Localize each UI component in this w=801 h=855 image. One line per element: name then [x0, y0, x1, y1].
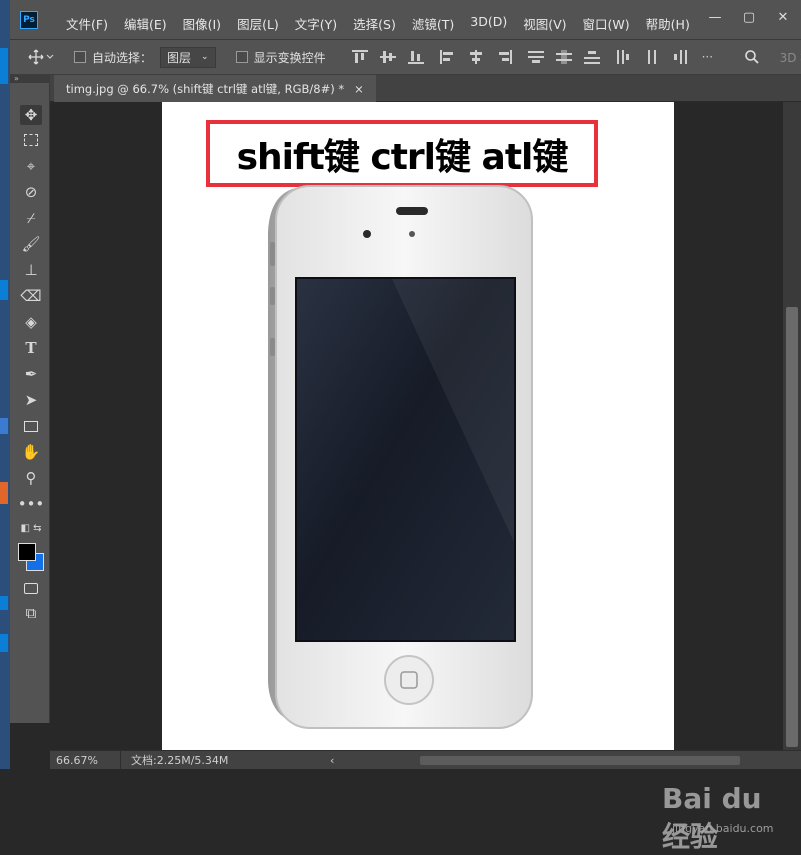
move-tool-icon[interactable]: ✥ [20, 105, 42, 125]
desktop-strip [0, 0, 10, 769]
status-arrow-icon[interactable]: ‹ [330, 754, 334, 767]
foreground-color-swatch[interactable] [18, 543, 36, 561]
more-options-icon[interactable]: ··· [702, 50, 718, 64]
menu-type[interactable]: 文字(Y) [287, 14, 345, 33]
document-tab-bar: timg.jpg @ 66.7% (shift键 ctrl键 atl键, RGB… [50, 75, 801, 102]
align-top-icon[interactable] [351, 50, 368, 64]
watermark-brand: Bai du 经验 [662, 782, 762, 853]
menu-view[interactable]: 视图(V) [515, 14, 574, 33]
distribute-left-icon[interactable] [616, 50, 632, 64]
close-button[interactable]: ✕ [769, 8, 797, 28]
pen-tool-icon[interactable]: ✒ [20, 364, 42, 384]
align-left-icon[interactable] [439, 50, 456, 64]
swap-colors-icon[interactable]: ◧ ⇆ [20, 518, 42, 538]
tab-close-icon[interactable]: × [354, 82, 364, 96]
eraser-tool-icon[interactable]: ⌫ [20, 286, 42, 306]
stamp-tool-icon[interactable]: ⊥ [20, 260, 42, 280]
align-right-icon[interactable] [496, 50, 512, 64]
document-info[interactable]: 文档:2.25M/5.34M [120, 750, 280, 770]
show-transform-label: 显示变换控件 [253, 50, 326, 65]
watermark-url: jingyan.baidu.com [672, 822, 774, 835]
more-tools-icon[interactable]: ••• [18, 494, 45, 514]
rectangle-tool-icon[interactable] [20, 416, 42, 436]
eyedropper-tool-icon[interactable]: ⌿ [20, 208, 42, 228]
maximize-button[interactable]: ▢ [735, 8, 763, 28]
paint-bucket-tool-icon[interactable]: ◈ [20, 312, 42, 332]
photoshop-logo-icon[interactable]: Ps [20, 11, 38, 29]
lasso-tool-icon[interactable]: ⌖ [20, 156, 42, 176]
align-hcenter-icon[interactable] [468, 50, 484, 64]
quick-select-tool-icon[interactable]: ⊘ [20, 182, 42, 202]
menu-filter[interactable]: 滤镜(T) [404, 14, 462, 33]
menu-help[interactable]: 帮助(H) [638, 14, 698, 33]
search-icon [744, 50, 759, 64]
zoom-tool-icon[interactable]: ⚲ [20, 468, 42, 488]
vertical-scroll-thumb[interactable] [786, 307, 798, 747]
menu-image[interactable]: 图像(I) [175, 14, 229, 33]
chevron-down-icon: ⌄ [201, 52, 209, 62]
hand-tool-icon[interactable]: ✋ [20, 442, 42, 462]
options-bar: 自动选择： 图层 ⌄ 显示变换控件 ··· 3D 模式 [10, 40, 801, 75]
main-menu: 文件(F) 编辑(E) 图像(I) 图层(L) 文字(Y) 选择(S) 滤镜(T… [58, 14, 698, 33]
auto-select-checkbox[interactable] [74, 51, 86, 63]
minimize-button[interactable]: — [701, 8, 729, 28]
move-tool-preset[interactable] [28, 49, 54, 65]
tools-panel: ✥ ⌖ ⊘ ⌿ 🖌 ⊥ ⌫ ◈ T ✒ ➤ ✋ ⚲ ••• ◧ ⇆ ⧉ [10, 83, 50, 723]
distribute-top-icon[interactable] [527, 50, 544, 64]
auto-select-label: 自动选择： [92, 50, 153, 65]
distribute-vcenter-icon[interactable] [555, 50, 572, 64]
menu-select[interactable]: 选择(S) [345, 14, 404, 33]
type-tool-icon[interactable]: T [20, 338, 42, 358]
menu-window[interactable]: 窗口(W) [575, 14, 638, 33]
distribute-right-icon[interactable] [672, 50, 688, 64]
screen-mode-icon[interactable]: ⧉ [20, 603, 42, 623]
menu-3d[interactable]: 3D(D) [462, 14, 515, 33]
baidu-watermark: Bai du 经验 jingyan.baidu.com [662, 782, 783, 855]
menu-file[interactable]: 文件(F) [58, 14, 116, 33]
align-buttons: ··· [346, 50, 724, 64]
distribute-hcenter-icon[interactable] [644, 50, 660, 64]
menu-edit[interactable]: 编辑(E) [116, 14, 175, 33]
menu-layer[interactable]: 图层(L) [229, 14, 287, 33]
window-controls: — ▢ ✕ [701, 8, 797, 28]
3d-mode-label: 3D 模式 [779, 50, 801, 65]
brush-tool-icon[interactable]: 🖌 [20, 234, 42, 254]
align-vcenter-icon[interactable] [379, 50, 396, 64]
path-select-tool-icon[interactable]: ➤ [20, 390, 42, 410]
collapse-panel-icon[interactable]: » [10, 75, 50, 83]
canvas-area[interactable]: shift键 ctrl键 atl键 Bai du 经验 jingyan.baid… [50, 102, 783, 853]
marquee-tool-icon[interactable] [20, 130, 42, 150]
layer-dropdown[interactable]: 图层 ⌄ [160, 46, 216, 68]
zoom-level[interactable]: 66.67% [50, 754, 120, 767]
distribute-bottom-icon[interactable] [583, 50, 600, 64]
status-bar: 66.67% 文档:2.25M/5.34M ‹ [50, 750, 801, 770]
horizontal-scroll-thumb[interactable] [420, 756, 740, 765]
auto-select-option[interactable]: 自动选择： 图层 ⌄ [74, 46, 216, 68]
iphone-image [268, 185, 533, 729]
move-icon [28, 49, 54, 65]
show-transform-option[interactable]: 显示变换控件 [235, 49, 326, 66]
menu-bar: Ps 文件(F) 编辑(E) 图像(I) 图层(L) 文字(Y) 选择(S) 滤… [10, 0, 801, 40]
show-transform-checkbox[interactable] [235, 51, 248, 63]
layer-dropdown-value: 图层 [167, 50, 192, 65]
document-tab[interactable]: timg.jpg @ 66.7% (shift键 ctrl键 atl键, RGB… [54, 75, 376, 102]
quick-mask-icon[interactable] [20, 578, 42, 598]
align-bottom-icon[interactable] [407, 50, 424, 64]
vertical-scrollbar[interactable] [783, 102, 801, 750]
search-button[interactable] [744, 49, 760, 65]
document-image[interactable]: shift键 ctrl键 atl键 [162, 102, 674, 750]
document-tab-title: timg.jpg @ 66.7% (shift键 ctrl键 atl键, RGB… [66, 81, 345, 96]
